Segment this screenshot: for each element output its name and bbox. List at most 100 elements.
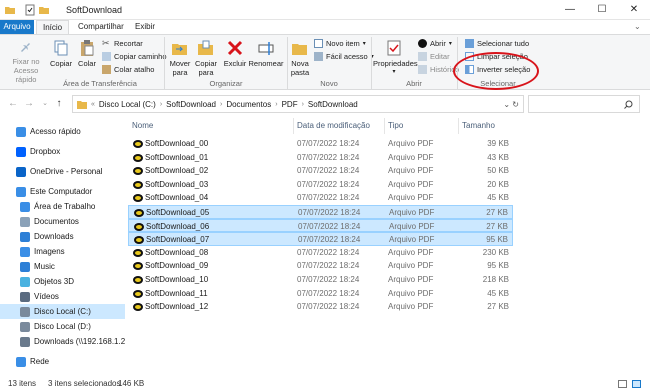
breadcrumb-item[interactable]: Documentos (226, 100, 271, 109)
search-icon (624, 100, 633, 109)
file-date: 07/07/2022 18:24 (298, 208, 361, 217)
properties-quick-icon[interactable] (24, 4, 36, 16)
pdf-file-icon (134, 222, 144, 231)
open-button[interactable]: Abrir ▾ (418, 39, 452, 48)
nav-item[interactable]: Disco Local (D:) (0, 319, 125, 334)
nav-item[interactable]: Documentos (0, 214, 125, 229)
column-header-size[interactable]: Tamanho (462, 118, 495, 134)
copy-to-button[interactable]: Copiar para (194, 39, 218, 77)
file-row[interactable]: SoftDownload_05 07/07/2022 18:24 Arquivo P… (128, 205, 513, 219)
delete-button[interactable]: Excluir (222, 39, 248, 68)
up-arrow-icon[interactable]: ↑ (52, 97, 66, 111)
folder-icon (77, 100, 87, 109)
column-divider[interactable] (458, 118, 459, 134)
edit-button[interactable]: Editar (418, 52, 450, 61)
tab-file[interactable]: Arquivo (0, 20, 34, 34)
file-row[interactable]: SoftDownload_09 07/07/2022 18:24 Arquivo P… (128, 259, 513, 273)
column-divider[interactable] (293, 118, 294, 134)
pin-quick-access-button[interactable]: Fixar no Acesso rápido (4, 39, 48, 84)
file-type: Arquivo PDF (389, 221, 435, 231)
history-icon (418, 65, 427, 74)
file-name: SoftDownload_04 (145, 193, 209, 203)
nav-item[interactable]: Dropbox (0, 144, 125, 159)
breadcrumb-item[interactable]: PDF (282, 100, 298, 109)
nav-item[interactable]: Music (0, 259, 125, 274)
breadcrumb-item[interactable]: Disco Local (C:) (99, 100, 156, 109)
nav-item[interactable]: Área de Trabalho (0, 199, 125, 214)
new-folder-quick-icon[interactable] (38, 4, 50, 16)
tab-home[interactable]: Início (36, 20, 70, 34)
file-row[interactable]: SoftDownload_08 07/07/2022 18:24 Arquivo P… (128, 246, 513, 260)
nav-item-label: Este Computador (30, 187, 93, 196)
file-row[interactable]: SoftDownload_11 07/07/2022 18:24 Arquivo P… (128, 287, 513, 301)
file-name: SoftDownload_06 (146, 221, 210, 231)
paste-shortcut-button[interactable]: Colar atalho (102, 65, 154, 74)
select-all-button[interactable]: Selecionar tudo (465, 39, 529, 48)
breadcrumb-item[interactable]: SoftDownload (166, 100, 216, 109)
file-row[interactable]: SoftDownload_12 07/07/2022 18:24 Arquivo P… (128, 300, 513, 314)
nav-item[interactable]: Acesso rápido (0, 124, 125, 139)
file-size: 20 KB (487, 179, 509, 189)
forward-arrow-icon[interactable]: → (22, 97, 36, 111)
easy-access-button[interactable]: Fácil acesso ▾ (314, 52, 374, 61)
column-header-type[interactable]: Tipo (388, 118, 403, 134)
minimize-button[interactable]: — (554, 0, 586, 20)
nav-item[interactable]: Downloads (0, 229, 125, 244)
search-input[interactable] (528, 95, 640, 113)
tab-share[interactable]: Compartilhar (72, 20, 130, 34)
paste-button[interactable]: Colar (76, 39, 98, 68)
nav-item[interactable]: Rede (0, 354, 125, 369)
new-item-button[interactable]: Novo item ▾ (314, 39, 366, 48)
file-row[interactable]: SoftDownload_03 07/07/2022 18:24 Arquivo P… (128, 178, 513, 192)
file-row[interactable]: SoftDownload_02 07/07/2022 18:24 Arquivo P… (128, 164, 513, 178)
nav-item-label: Disco Local (D:) (34, 322, 91, 331)
large-icons-view-icon[interactable] (632, 380, 641, 388)
file-row[interactable]: SoftDownload_06 07/07/2022 18:24 Arquivo P… (128, 218, 513, 233)
folder-icon (5, 7, 15, 14)
copy-button[interactable]: Copiar (50, 39, 72, 68)
title-bar: SoftDownload — ☐ ✕ (0, 0, 650, 20)
file-name: SoftDownload_10 (145, 275, 209, 284)
nav-item[interactable]: OneDrive - Personal (0, 164, 125, 179)
nav-item[interactable]: Este Computador (0, 184, 125, 199)
tab-view[interactable]: Exibir (129, 20, 161, 34)
nav-item[interactable]: Disco Local (C:) (0, 304, 125, 319)
column-divider[interactable] (384, 118, 385, 134)
nav-item-label: Downloads (\\192.168.1.2 (34, 337, 125, 346)
nav-item[interactable]: Objetos 3D (0, 274, 125, 289)
file-row[interactable]: SoftDownload_10 07/07/2022 18:24 Arquivo P… (128, 273, 513, 287)
address-bar[interactable]: « Disco Local (C:) › SoftDownload › Docu… (72, 95, 524, 113)
properties-button[interactable]: Propriedades ▾ (373, 39, 418, 77)
column-header-name[interactable]: Nome (132, 118, 153, 134)
nav-item[interactable]: Imagens (0, 244, 125, 259)
file-row[interactable]: SoftDownload_01 07/07/2022 18:24 Arquivo P… (128, 151, 513, 165)
pdf-file-icon (133, 153, 143, 162)
file-row[interactable]: SoftDownload_04 07/07/2022 18:24 Arquivo P… (128, 191, 513, 205)
selected-count: 3 itens selecionados (48, 379, 121, 388)
column-header-date[interactable]: Data de modificação (297, 118, 370, 134)
file-row[interactable]: SoftDownload_07 07/07/2022 18:24 Arquivo P… (128, 232, 513, 246)
breadcrumb-item[interactable]: SoftDownload (308, 100, 358, 109)
rename-button[interactable]: Renomear (248, 39, 284, 68)
file-date: 07/07/2022 18:24 (297, 152, 360, 162)
nav-item[interactable]: Downloads (\\192.168.1.2 (0, 334, 125, 349)
recent-locations-icon[interactable]: ⌄ (38, 97, 52, 111)
item-count: 13 itens (8, 379, 37, 388)
file-row[interactable]: SoftDownload_00 07/07/2022 18:24 Arquivo P… (128, 137, 513, 151)
file-size: 45 KB (487, 288, 509, 298)
cut-button[interactable]: ✂ Recortar (102, 39, 143, 49)
maximize-button[interactable]: ☐ (586, 0, 618, 20)
pdf-file-icon (134, 209, 144, 217)
nav-item-label: Dropbox (30, 147, 61, 156)
details-view-icon[interactable] (618, 380, 627, 388)
close-button[interactable]: ✕ (618, 0, 650, 20)
file-name: SoftDownload_00 (145, 139, 209, 148)
move-to-button[interactable]: Mover para (168, 39, 192, 77)
nav-item[interactable]: Vídeos (0, 289, 125, 304)
copy-path-button[interactable]: Copiar caminho (102, 52, 167, 61)
new-folder-button[interactable]: Nova pasta (289, 39, 311, 77)
refresh-icon[interactable]: ⌄ ↻ (503, 100, 519, 109)
help-icon[interactable]: ⌄ ? (628, 20, 650, 45)
back-arrow-icon[interactable]: ← (6, 97, 20, 111)
file-date: 07/07/2022 18:24 (297, 261, 360, 271)
